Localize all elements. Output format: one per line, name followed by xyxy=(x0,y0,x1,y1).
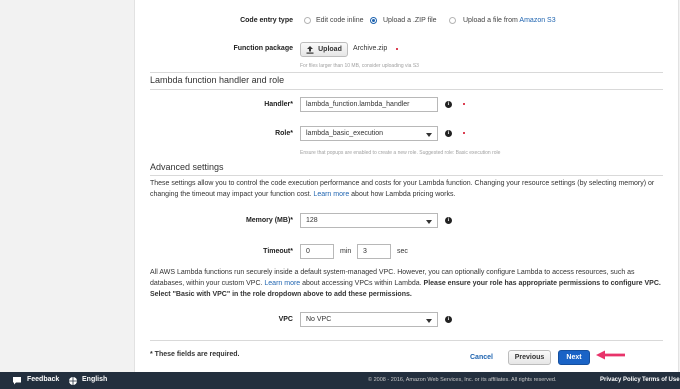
option-edit-inline[interactable]: Edit code inline xyxy=(316,17,363,24)
advanced-description: These settings allow you to control the … xyxy=(150,178,665,200)
required-marker xyxy=(463,103,465,105)
role-value: lambda_basic_execution xyxy=(306,130,384,137)
timeout-seconds-value: 3 xyxy=(363,248,367,255)
divider xyxy=(150,89,663,90)
lambda-config-panel: Code entry type Edit code inline Upload … xyxy=(134,0,679,372)
option-upload-zip[interactable]: Upload a .ZIP file xyxy=(383,17,437,24)
timeout-seconds-input[interactable]: 3 xyxy=(357,244,391,259)
vpc-description: All AWS Lambda functions run securely in… xyxy=(150,267,665,300)
info-icon[interactable]: i xyxy=(445,217,452,224)
cancel-link[interactable]: Cancel xyxy=(470,354,493,361)
handler-section-heading: Lambda function handler and role xyxy=(150,75,285,85)
timeout-minutes-value: 0 xyxy=(306,248,310,255)
globe-icon xyxy=(69,377,77,385)
info-icon[interactable]: i xyxy=(445,130,452,137)
file-name: Archive.zip xyxy=(353,45,388,52)
next-button[interactable]: Next xyxy=(558,350,590,365)
learn-more-pricing-link[interactable]: Learn more xyxy=(313,191,349,198)
privacy-policy-link[interactable]: Privacy Policy xyxy=(600,377,641,383)
radio-upload-s3[interactable] xyxy=(449,17,456,24)
pointer-arrow-icon xyxy=(596,350,625,360)
minutes-unit: min xyxy=(340,248,352,255)
seconds-unit: sec xyxy=(397,248,408,255)
option-upload-s3[interactable]: Upload a file from Amazon S3 xyxy=(463,17,556,24)
memory-value: 128 xyxy=(306,217,318,224)
info-icon[interactable]: i xyxy=(445,316,452,323)
role-select[interactable]: lambda_basic_execution xyxy=(300,126,438,141)
info-icon[interactable]: i xyxy=(445,101,452,108)
vpc-label: VPC xyxy=(278,316,293,323)
language-selector[interactable]: English xyxy=(82,376,107,383)
divider xyxy=(150,175,663,176)
terms-of-use-link[interactable]: Terms of Use xyxy=(642,377,680,383)
vpc-desc-text-mid: about accessing VPCs within Lambda. xyxy=(300,280,424,287)
feedback-link[interactable]: Feedback xyxy=(27,376,59,383)
code-entry-label: Code entry type xyxy=(240,17,293,24)
advanced-desc-text-end: about how Lambda pricing works. xyxy=(349,191,456,198)
radio-edit-inline[interactable] xyxy=(304,17,311,24)
previous-button[interactable]: Previous xyxy=(508,350,551,365)
required-fields-note: * These fields are required. xyxy=(150,351,240,358)
copyright: © 2008 - 2016, Amazon Web Services, Inc.… xyxy=(368,377,557,383)
footer-bar: Feedback English © 2008 - 2016, Amazon W… xyxy=(0,372,680,389)
role-label: Role* xyxy=(275,130,293,137)
timeout-minutes-input[interactable]: 0 xyxy=(300,244,334,259)
next-button-label: Next xyxy=(566,354,582,361)
handler-input[interactable]: lambda_function.lambda_handler xyxy=(300,97,438,112)
upload-size-hint: For files larger than 10 MB, consider up… xyxy=(300,63,419,69)
speech-bubble-icon xyxy=(13,377,21,385)
radio-upload-zip[interactable] xyxy=(370,17,377,24)
role-hint: Ensure that popups are enabled to create… xyxy=(300,150,501,156)
function-package-label: Function package xyxy=(233,45,293,52)
upload-button-label: Upload xyxy=(318,46,342,53)
upload-icon xyxy=(306,45,314,54)
learn-more-vpc-link[interactable]: Learn more xyxy=(264,280,300,287)
divider xyxy=(150,340,663,341)
divider xyxy=(150,72,663,73)
memory-select[interactable]: 128 xyxy=(300,213,438,228)
required-marker xyxy=(463,132,465,134)
memory-label: Memory (MB)* xyxy=(245,217,293,224)
vpc-value: No VPC xyxy=(306,316,332,323)
handler-value: lambda_function.lambda_handler xyxy=(306,101,410,108)
previous-button-label: Previous xyxy=(514,354,545,361)
advanced-settings-heading: Advanced settings xyxy=(150,162,224,172)
vpc-select[interactable]: No VPC xyxy=(300,312,438,327)
handler-label: Handler* xyxy=(264,101,293,108)
required-marker xyxy=(396,48,398,50)
timeout-label: Timeout* xyxy=(263,248,293,255)
upload-button[interactable]: Upload xyxy=(300,42,348,57)
